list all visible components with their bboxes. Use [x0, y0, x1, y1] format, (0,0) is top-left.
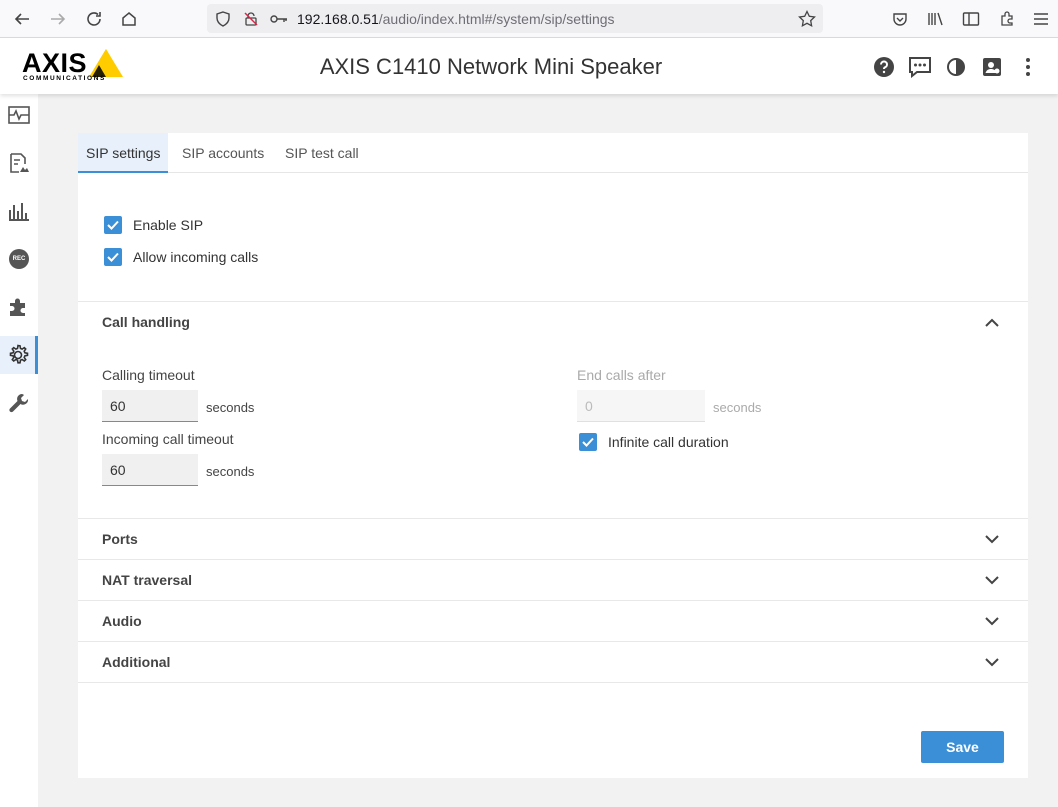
divider: [78, 682, 1028, 683]
calling-timeout-unit: seconds: [206, 400, 255, 415]
infinite-duration-checkbox[interactable]: [579, 433, 597, 451]
home-icon[interactable]: [118, 8, 140, 30]
enable-sip-checkbox[interactable]: [104, 216, 122, 234]
tab-sip-test-call[interactable]: SIP test call: [277, 133, 367, 173]
divider: [78, 600, 1028, 601]
url-text[interactable]: 192.168.0.51/audio/index.html#/system/si…: [297, 11, 615, 27]
chevron-down-icon[interactable]: [983, 571, 1001, 589]
allow-incoming-label: Allow incoming calls: [133, 249, 259, 265]
nav-analytics[interactable]: [0, 192, 38, 230]
reload-icon[interactable]: [83, 8, 105, 30]
status-icon: [8, 106, 30, 124]
side-navigation: REC: [0, 94, 38, 807]
app-header: AXIS COMMUNICATIONS AXIS C1410 Network M…: [0, 38, 1058, 94]
call-handling-title: Call handling: [102, 314, 190, 330]
wrench-icon: [9, 394, 29, 413]
allow-incoming-row[interactable]: Allow incoming calls: [104, 247, 258, 267]
sip-settings-card: SIP settings SIP accounts SIP test call …: [78, 133, 1028, 778]
contrast-icon[interactable]: [944, 55, 968, 79]
account-icon[interactable]: [980, 55, 1004, 79]
end-calls-label: End calls after: [577, 367, 666, 383]
tab-bar: SIP settings SIP accounts SIP test call: [78, 133, 1028, 173]
url-host: 192.168.0.51: [297, 11, 379, 27]
infinite-duration-row[interactable]: Infinite call duration: [579, 432, 729, 452]
tab-sip-settings[interactable]: SIP settings: [78, 133, 169, 173]
back-icon[interactable]: [11, 8, 33, 30]
check-icon: [582, 437, 594, 447]
sidebar-icon[interactable]: [961, 9, 981, 29]
nav-maintenance[interactable]: [0, 384, 38, 422]
calling-timeout-label: Calling timeout: [102, 367, 195, 383]
nav-video[interactable]: [0, 144, 38, 182]
forward-icon[interactable]: [47, 8, 69, 30]
chevron-down-icon[interactable]: [983, 612, 1001, 630]
more-vert-icon[interactable]: [1016, 55, 1040, 79]
check-icon: [107, 252, 119, 262]
divider: [78, 301, 1028, 302]
save-button[interactable]: Save: [921, 731, 1004, 763]
page-title: AXIS C1410 Network Mini Speaker: [319, 54, 663, 79]
puzzle-icon: [10, 298, 25, 316]
tab-sip-accounts[interactable]: SIP accounts: [174, 133, 272, 173]
nav-apps[interactable]: [0, 288, 38, 326]
incoming-timeout-unit: seconds: [206, 464, 255, 479]
allow-incoming-checkbox[interactable]: [104, 248, 122, 266]
nav-recordings[interactable]: REC: [0, 240, 38, 278]
nat-title: NAT traversal: [102, 572, 193, 588]
chevron-down-icon[interactable]: [983, 653, 1001, 671]
incoming-timeout-label: Incoming call timeout: [102, 431, 234, 447]
divider: [78, 559, 1028, 560]
shield-icon[interactable]: [214, 10, 232, 28]
check-icon: [107, 220, 119, 230]
end-calls-input[interactable]: [577, 390, 705, 422]
help-icon[interactable]: [872, 55, 896, 79]
chevron-up-icon[interactable]: [983, 313, 1001, 331]
extensions-icon[interactable]: [997, 9, 1017, 29]
nav-status[interactable]: [0, 96, 38, 134]
feedback-icon[interactable]: [908, 55, 932, 79]
bookmark-star-icon[interactable]: [797, 9, 817, 29]
additional-title: Additional: [102, 654, 171, 670]
calling-timeout-input[interactable]: [102, 390, 198, 422]
analytics-icon: [9, 203, 29, 221]
rec-label: REC: [12, 256, 26, 262]
gear-icon: [9, 344, 28, 364]
ports-title: Ports: [102, 531, 138, 547]
end-calls-unit: seconds: [713, 400, 762, 415]
browser-toolbar: 192.168.0.51/audio/index.html#/system/si…: [0, 0, 1058, 38]
enable-sip-row[interactable]: Enable SIP: [104, 215, 203, 235]
divider: [78, 641, 1028, 642]
chevron-down-icon[interactable]: [983, 530, 1001, 548]
key-icon[interactable]: [270, 10, 288, 28]
library-icon[interactable]: [926, 9, 946, 29]
enable-sip-label: Enable SIP: [133, 217, 204, 233]
insecure-lock-icon[interactable]: [242, 10, 260, 28]
url-path: /audio/index.html#/system/sip/settings: [378, 11, 615, 27]
audio-title: Audio: [102, 613, 142, 629]
infinite-duration-label: Infinite call duration: [608, 434, 729, 450]
nav-system[interactable]: [0, 336, 38, 374]
media-icon: [10, 153, 29, 173]
menu-icon[interactable]: [1031, 9, 1051, 29]
divider: [78, 518, 1028, 519]
pocket-icon[interactable]: [890, 9, 910, 29]
incoming-timeout-input[interactable]: [102, 454, 198, 486]
